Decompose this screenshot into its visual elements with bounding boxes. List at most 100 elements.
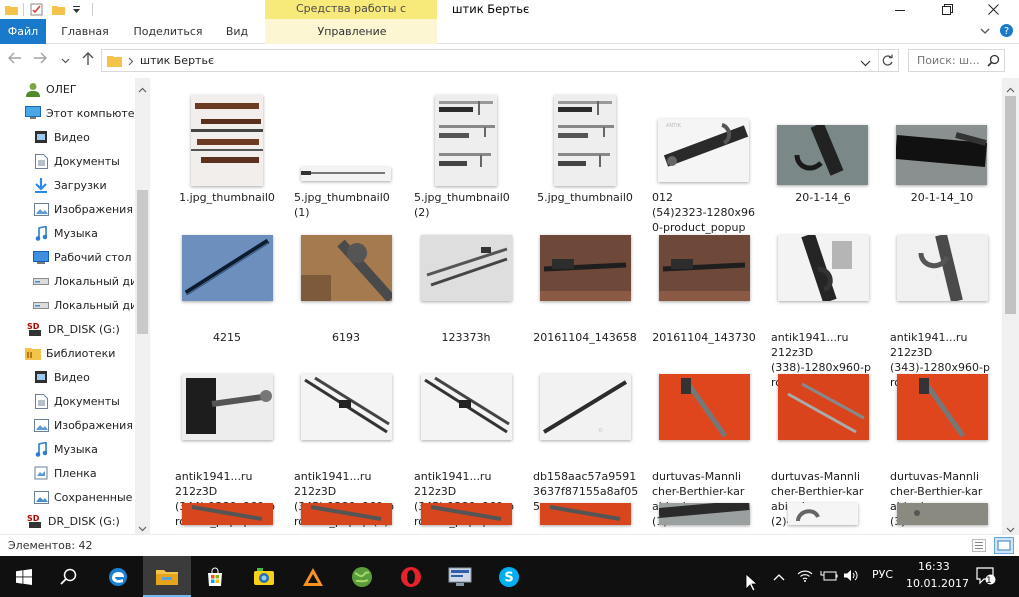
scroll-up-icon[interactable]	[1006, 83, 1015, 96]
ribbon-expand-chevron-icon[interactable]	[980, 26, 990, 39]
nav-item-2[interactable]: Видео	[0, 126, 134, 148]
breadcrumb-separator-icon[interactable]	[128, 56, 134, 69]
nav-item-12[interactable]: Видео	[0, 366, 134, 388]
file-thumbnail-area	[886, 225, 998, 329]
nav-item-3[interactable]: Документы	[0, 150, 134, 172]
customize-toolbar-icon[interactable]	[69, 2, 83, 17]
nav-item-13[interactable]: Документы	[0, 390, 134, 412]
refresh-icon[interactable]	[881, 54, 894, 70]
scroll-up-icon[interactable]	[138, 83, 147, 96]
nav-item-label: ОЛЕГ	[46, 82, 77, 96]
content-scroll-thumb[interactable]	[1005, 96, 1016, 314]
file-thumbnail-area	[171, 503, 283, 534]
nav-item-7[interactable]: Рабочий стол	[0, 246, 134, 268]
nav-scroll-thumb[interactable]	[137, 190, 148, 334]
up-button[interactable]	[79, 52, 97, 70]
libraries-icon	[25, 345, 41, 361]
store-button[interactable]	[191, 556, 239, 597]
nav-scrollbar[interactable]	[135, 78, 150, 534]
file-thumbnail-area: ©	[529, 364, 641, 468]
nav-item-label: DR_DISK (G:)	[48, 322, 120, 336]
properties-icon[interactable]	[28, 2, 44, 17]
search-button[interactable]	[44, 556, 92, 597]
file-explorer-button[interactable]	[143, 556, 191, 597]
clock-date[interactable]: 10.01.2017	[906, 577, 969, 590]
nav-item-15[interactable]: Музыка	[0, 438, 134, 460]
windows-start-icon	[16, 568, 32, 585]
tab-share[interactable]: Поделиться	[126, 19, 210, 44]
file-name: 4215	[213, 331, 241, 344]
nav-item-1[interactable]: Этот компьютер	[0, 102, 134, 124]
new-folder-icon[interactable]	[50, 2, 66, 17]
image-thumbnail	[540, 503, 631, 525]
user-icon	[25, 81, 41, 97]
input-language[interactable]: РУС	[872, 568, 893, 581]
documents-folder-icon	[33, 393, 49, 409]
nav-item-18[interactable]: SD DR_DISK (G:)	[0, 510, 134, 532]
skype-button[interactable]: S	[485, 556, 533, 597]
address-dropdown-icon[interactable]	[860, 57, 871, 70]
separator	[22, 2, 24, 17]
details-view-button[interactable]	[972, 539, 986, 555]
content-scrollbar[interactable]	[1002, 78, 1019, 534]
nav-item-9[interactable]: Локальный ди	[0, 294, 134, 316]
large-icons-view-icon	[997, 540, 1011, 551]
image-thumbnail	[897, 374, 988, 440]
nav-item-4[interactable]: Загрузки	[0, 174, 134, 196]
minimize-button[interactable]	[877, 0, 923, 19]
address-row: штик Бертьє	[0, 47, 1019, 75]
nav-item-14[interactable]: Изображения	[0, 414, 134, 436]
breadcrumb-current[interactable]: штик Бертьє	[140, 54, 214, 67]
file-thumbnail-area	[410, 85, 522, 189]
nav-item-5[interactable]: Изображения	[0, 198, 134, 220]
nav-item-8[interactable]: Локальный ди	[0, 270, 134, 292]
clock-time[interactable]: 16:33	[918, 560, 950, 573]
status-bar: Элементов: 42	[0, 534, 1019, 556]
file-thumbnail-area	[290, 85, 402, 189]
opera-button[interactable]	[387, 556, 435, 597]
volume-icon[interactable]	[843, 569, 859, 585]
camera-app-icon	[254, 567, 274, 585]
back-button[interactable]	[6, 52, 24, 70]
nav-item-16[interactable]: Пленка	[0, 462, 134, 484]
nav-item-0[interactable]: ОЛЕГ	[0, 78, 134, 100]
restore-button[interactable]	[924, 0, 970, 19]
nav-item-6[interactable]: Музыка	[0, 222, 134, 244]
svg-text:SD: SD	[27, 514, 40, 523]
tab-view[interactable]: Вид	[216, 19, 258, 44]
nav-item-label: DR_DISK (G:)	[48, 514, 120, 528]
show-hidden-icons-icon[interactable]	[773, 571, 785, 584]
image-thumbnail	[540, 235, 631, 301]
close-button[interactable]	[970, 0, 1016, 19]
tab-home[interactable]: Главная	[52, 19, 118, 44]
wifi-icon[interactable]	[797, 569, 813, 585]
folder-icon[interactable]	[4, 2, 18, 17]
address-bar[interactable]: штик Бертьє	[101, 49, 899, 72]
recent-locations-button[interactable]	[56, 52, 74, 70]
avast-button[interactable]	[289, 556, 337, 597]
file-name: 1.jpg_thumbnail0	[179, 191, 275, 204]
tab-manage[interactable]: Управление	[302, 19, 402, 44]
forward-button[interactable]	[31, 52, 49, 70]
file-thumbnail-area	[529, 85, 641, 189]
nav-item-17[interactable]: Сохраненные	[0, 486, 134, 508]
search-icon[interactable]	[987, 54, 1000, 70]
tab-file[interactable]: Файл	[0, 19, 46, 44]
large-icons-view-button[interactable]	[994, 537, 1014, 554]
edge-button[interactable]	[94, 556, 142, 597]
battery-icon[interactable]	[820, 569, 838, 585]
file-thumbnail-area	[410, 225, 522, 329]
start-button[interactable]	[0, 556, 48, 597]
image-thumbnail	[897, 233, 988, 303]
search-box[interactable]	[908, 49, 1005, 72]
nav-item-11[interactable]: Библиотеки	[0, 342, 134, 364]
camera-app-button[interactable]	[240, 556, 288, 597]
scroll-down-icon[interactable]	[1006, 523, 1015, 534]
help-icon[interactable]: ?	[999, 23, 1014, 41]
nav-item-10[interactable]: SD DR_DISK (G:)	[0, 318, 134, 340]
image-thumbnail	[778, 374, 869, 440]
file-thumbnail-area	[648, 364, 760, 468]
green-globe-button[interactable]	[338, 556, 386, 597]
monitor-app-button[interactable]	[436, 556, 484, 597]
search-input[interactable]	[909, 50, 983, 71]
